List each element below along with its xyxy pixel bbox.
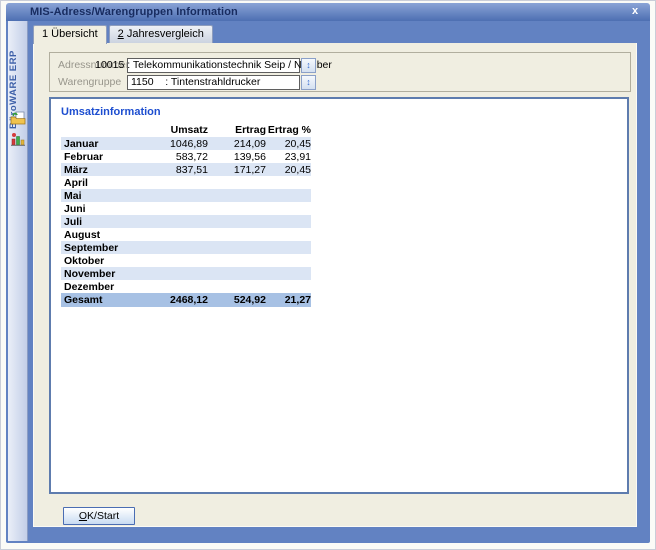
adressnummer-spinner-icon[interactable]: ↕: [301, 58, 316, 73]
table-row: Oktober: [61, 254, 311, 267]
table-cell: 20,45: [266, 164, 311, 176]
table-cell: Juli: [61, 216, 138, 228]
table-cell: 21,27: [266, 294, 311, 306]
table-cell: 171,27: [208, 164, 266, 176]
tab-panel-uebersicht: Adressnummer 10015 : Telekommunikationst…: [33, 43, 637, 527]
close-icon[interactable]: x: [628, 5, 642, 19]
statistics-chart-icon[interactable]: [10, 131, 26, 147]
umsatz-table-header: Umsatz Ertrag Ertrag %: [61, 122, 311, 137]
column-header-ertrag: Ertrag: [208, 124, 266, 136]
table-row: September: [61, 241, 311, 254]
ok-start-button[interactable]: OK/Start: [63, 507, 135, 525]
window-body: BüroWARE ERP: [6, 21, 650, 543]
table-cell: August: [61, 229, 138, 241]
app-window: MIS-Adress/Warengruppen Information x Bü…: [6, 3, 650, 543]
table-cell: 524,92: [208, 294, 266, 306]
umsatz-table-rows: Januar1046,89214,0920,45Februar583,72139…: [61, 137, 311, 307]
tab-uebersicht[interactable]: 1 Übersicht: [33, 25, 107, 44]
table-cell: 214,09: [208, 138, 266, 150]
table-cell: Gesamt: [61, 294, 138, 306]
table-row: August: [61, 228, 311, 241]
table-cell: Januar: [61, 138, 138, 150]
table-cell: 2468,12: [138, 294, 208, 306]
table-row: Mai: [61, 189, 311, 202]
sidebar-toolbar: [8, 110, 28, 147]
table-row: Februar583,72139,5623,91: [61, 150, 311, 163]
table-cell: 23,91: [266, 151, 311, 163]
table-cell: Februar: [61, 151, 138, 163]
selection-groupbox: Adressnummer 10015 : Telekommunikationst…: [49, 52, 631, 92]
adressnummer-row: Adressnummer 10015 : Telekommunikationst…: [58, 57, 622, 73]
table-row: November: [61, 267, 311, 280]
table-row: Gesamt2468,12524,9221,27: [61, 293, 311, 307]
warengruppe-label: Warengruppe: [58, 76, 127, 88]
table-cell: 20,45: [266, 138, 311, 150]
warengruppe-field[interactable]: 1150 : Tintenstrahldrucker: [127, 75, 300, 90]
table-cell: Dezember: [61, 281, 138, 293]
adressnummer-field[interactable]: 10015 : Telekommunikationstechnik Seip /…: [127, 58, 300, 73]
table-cell: April: [61, 177, 138, 189]
title-bar: MIS-Adress/Warengruppen Information x: [6, 3, 650, 21]
table-row: Dezember: [61, 280, 311, 293]
warengruppe-row: Warengruppe 1150 : Tintenstrahldrucker ↕: [58, 74, 622, 90]
table-cell: November: [61, 268, 138, 280]
table-cell: 583,72: [138, 151, 208, 163]
table-row: Juni: [61, 202, 311, 215]
table-cell: Juni: [61, 203, 138, 215]
warengruppe-spinner-icon[interactable]: ↕: [301, 75, 316, 90]
tab-bar: 1 Übersicht 2 Jahresvergleich: [33, 25, 213, 43]
window-title: MIS-Adress/Warengruppen Information: [30, 6, 238, 18]
table-row: April: [61, 176, 311, 189]
table-row: Januar1046,89214,0920,45: [61, 137, 311, 150]
table-row: März837,51171,2720,45: [61, 163, 311, 176]
column-header-umsatz: Umsatz: [138, 124, 208, 136]
umsatzinformation-title: Umsatzinformation: [61, 106, 161, 118]
brand-sidebar: BüroWARE ERP: [8, 21, 28, 541]
table-cell: Oktober: [61, 255, 138, 267]
table-cell: 837,51: [138, 164, 208, 176]
export-folder-icon[interactable]: [10, 110, 26, 126]
table-cell: März: [61, 164, 138, 176]
table-cell: Mai: [61, 190, 138, 202]
table-cell: September: [61, 242, 138, 254]
screen: MIS-Adress/Warengruppen Information x Bü…: [0, 0, 656, 550]
table-cell: 139,56: [208, 151, 266, 163]
table-row: Juli: [61, 215, 311, 228]
column-header-ertrag-pct: Ertrag %: [266, 124, 311, 136]
tab-jahresvergleich[interactable]: 2 Jahresvergleich: [109, 25, 213, 43]
table-cell: 1046,89: [138, 138, 208, 150]
umsatz-data-panel: Umsatzinformation Umsatz Ertrag Ertrag %…: [49, 97, 629, 494]
umsatz-table: Umsatz Ertrag Ertrag % Januar1046,89214,…: [61, 122, 311, 307]
